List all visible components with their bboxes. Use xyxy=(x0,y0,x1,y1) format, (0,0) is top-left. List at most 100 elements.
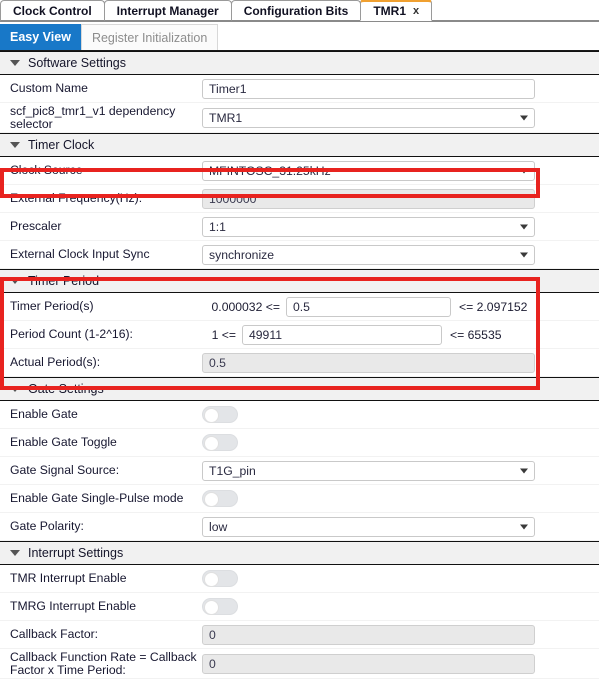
timer-period-min: 0.000032 <= xyxy=(211,299,280,314)
row-label: External Clock Input Sync xyxy=(10,247,150,261)
field-value: TMR1 xyxy=(209,110,243,125)
tab-label: TMR1 xyxy=(373,4,407,18)
row-timer-period: Timer Period(s) 0.000032 <= 0.5 <= 2.097… xyxy=(0,293,599,321)
section-title: Interrupt Settings xyxy=(28,546,124,560)
section-title: Software Settings xyxy=(28,56,126,70)
row-label: scf_pic8_tmr1_v1 dependency selector xyxy=(10,103,176,131)
field-value: MFINTOSC_31.25kHz xyxy=(209,163,331,178)
section-header-gate-settings[interactable]: Gate Settings xyxy=(0,377,599,401)
row-tmr-interrupt-enable: TMR Interrupt Enable xyxy=(0,565,599,593)
field-value: 0.5 xyxy=(293,299,310,314)
field-value: 1000000 xyxy=(209,191,257,206)
tab-label: Configuration Bits xyxy=(243,3,349,18)
tab-interrupt-manager[interactable]: Interrupt Manager xyxy=(103,0,232,21)
toggle-knob xyxy=(204,600,219,615)
tab-easy-view[interactable]: Easy View xyxy=(0,24,81,50)
field-value: T1G_pin xyxy=(209,463,256,478)
period-count-input[interactable]: 49911 xyxy=(242,324,442,345)
row-label: Custom Name xyxy=(10,81,88,95)
toggle-knob xyxy=(204,492,219,507)
external-clock-input-sync-dropdown[interactable]: synchronize xyxy=(202,244,535,265)
row-enable-gate-single-pulse: Enable Gate Single-Pulse mode xyxy=(0,485,599,513)
row-label: Enable Gate Toggle xyxy=(10,435,117,449)
field-value: low xyxy=(209,519,228,534)
row-label: TMRG Interrupt Enable xyxy=(10,599,136,613)
settings-panel: Software Settings Custom Name Timer1 scf… xyxy=(0,50,599,700)
actual-period-input: 0.5 xyxy=(202,352,535,373)
gate-signal-source-dropdown[interactable]: T1G_pin xyxy=(202,460,535,481)
toggle-knob xyxy=(204,436,219,451)
field-value: 0.5 xyxy=(209,355,226,370)
section-header-timer-period[interactable]: Timer Period xyxy=(0,269,599,293)
gate-polarity-dropdown[interactable]: low xyxy=(202,516,535,537)
tab-label: Clock Control xyxy=(13,3,92,18)
chevron-down-icon xyxy=(520,252,528,257)
timer-period-input[interactable]: 0.5 xyxy=(286,296,451,317)
field-value: 0 xyxy=(209,627,216,642)
tab-bar-filler xyxy=(431,0,599,21)
row-label: Gate Polarity: xyxy=(10,519,84,533)
enable-gate-toggle-toggle[interactable] xyxy=(202,434,238,451)
row-label: Prescaler xyxy=(10,219,62,233)
field-value: Timer1 xyxy=(209,81,247,96)
row-label: Enable Gate Single-Pulse mode xyxy=(10,491,184,505)
clock-source-dropdown[interactable]: MFINTOSC_31.25kHz xyxy=(202,160,535,181)
row-enable-gate-toggle: Enable Gate Toggle xyxy=(0,429,599,457)
section-title: Gate Settings xyxy=(28,382,104,396)
view-mode-tab-bar: Easy View Register Initialization xyxy=(0,22,599,50)
prescaler-dropdown[interactable]: 1:1 xyxy=(202,216,535,237)
chevron-down-icon xyxy=(520,224,528,229)
timer-period-max: <= 2.097152 xyxy=(459,299,528,314)
chevron-down-icon[interactable] xyxy=(10,142,20,148)
enable-gate-single-pulse-toggle[interactable] xyxy=(202,490,238,507)
section-title: Timer Period xyxy=(28,274,100,288)
period-count-min: 1 <= xyxy=(211,327,236,342)
custom-name-input[interactable]: Timer1 xyxy=(202,78,535,99)
row-label: Actual Period(s): xyxy=(10,355,101,369)
tab-label: Interrupt Manager xyxy=(116,3,219,18)
row-label: TMR Interrupt Enable xyxy=(10,571,127,585)
section-header-timer-clock[interactable]: Timer Clock xyxy=(0,133,599,157)
row-dependency-selector: scf_pic8_tmr1_v1 dependency selector TMR… xyxy=(0,103,599,133)
chevron-down-icon xyxy=(520,115,528,120)
row-callback-factor: Callback Factor: 0 xyxy=(0,621,599,649)
row-period-count: Period Count (1-2^16): 1 <= 49911 <= 655… xyxy=(0,321,599,349)
section-header-software-settings[interactable]: Software Settings xyxy=(0,51,599,75)
tab-tmr1[interactable]: TMR1 x xyxy=(360,0,433,21)
field-value: synchronize xyxy=(209,247,275,262)
close-icon[interactable]: x xyxy=(413,1,419,21)
field-value: 1:1 xyxy=(209,219,226,234)
row-label: External Frequency(Hz): xyxy=(10,191,143,205)
tab-configuration-bits[interactable]: Configuration Bits xyxy=(230,0,362,21)
tab-clock-control[interactable]: Clock Control xyxy=(0,0,105,21)
chevron-down-icon xyxy=(520,168,528,173)
row-label: Clock Source xyxy=(10,163,83,177)
chevron-down-icon[interactable] xyxy=(10,386,20,392)
enable-gate-toggle[interactable] xyxy=(202,406,238,423)
row-actual-period: Actual Period(s): 0.5 xyxy=(0,349,599,377)
row-callback-function-rate: Callback Function Rate = Callback Factor… xyxy=(0,649,599,679)
tmr1-configuration-window: Clock Control Interrupt Manager Configur… xyxy=(0,0,599,700)
chevron-down-icon[interactable] xyxy=(10,278,20,284)
callback-function-rate-input: 0 xyxy=(202,653,535,674)
toggle-knob xyxy=(204,408,219,423)
row-external-clock-input-sync: External Clock Input Sync synchronize xyxy=(0,241,599,269)
row-clock-source: Clock Source MFINTOSC_31.25kHz xyxy=(0,157,599,185)
chevron-down-icon[interactable] xyxy=(10,550,20,556)
row-label: Timer Period(s) xyxy=(10,299,94,313)
row-label: Callback Factor: xyxy=(10,627,99,641)
external-frequency-input: 1000000 xyxy=(202,188,535,209)
row-tmrg-interrupt-enable: TMRG Interrupt Enable xyxy=(0,593,599,621)
section-title: Timer Clock xyxy=(28,138,95,152)
section-header-interrupt-settings[interactable]: Interrupt Settings xyxy=(0,541,599,565)
chevron-down-icon xyxy=(520,524,528,529)
dependency-selector-dropdown[interactable]: TMR1 xyxy=(202,107,535,128)
chevron-down-icon[interactable] xyxy=(10,60,20,66)
period-count-max: <= 65535 xyxy=(450,327,502,342)
tmr-interrupt-enable-toggle[interactable] xyxy=(202,570,238,587)
row-external-frequency: External Frequency(Hz): 1000000 xyxy=(0,185,599,213)
row-gate-polarity: Gate Polarity: low xyxy=(0,513,599,541)
tmrg-interrupt-enable-toggle[interactable] xyxy=(202,598,238,615)
row-label: Gate Signal Source: xyxy=(10,463,120,477)
tab-register-initialization[interactable]: Register Initialization xyxy=(80,24,219,50)
